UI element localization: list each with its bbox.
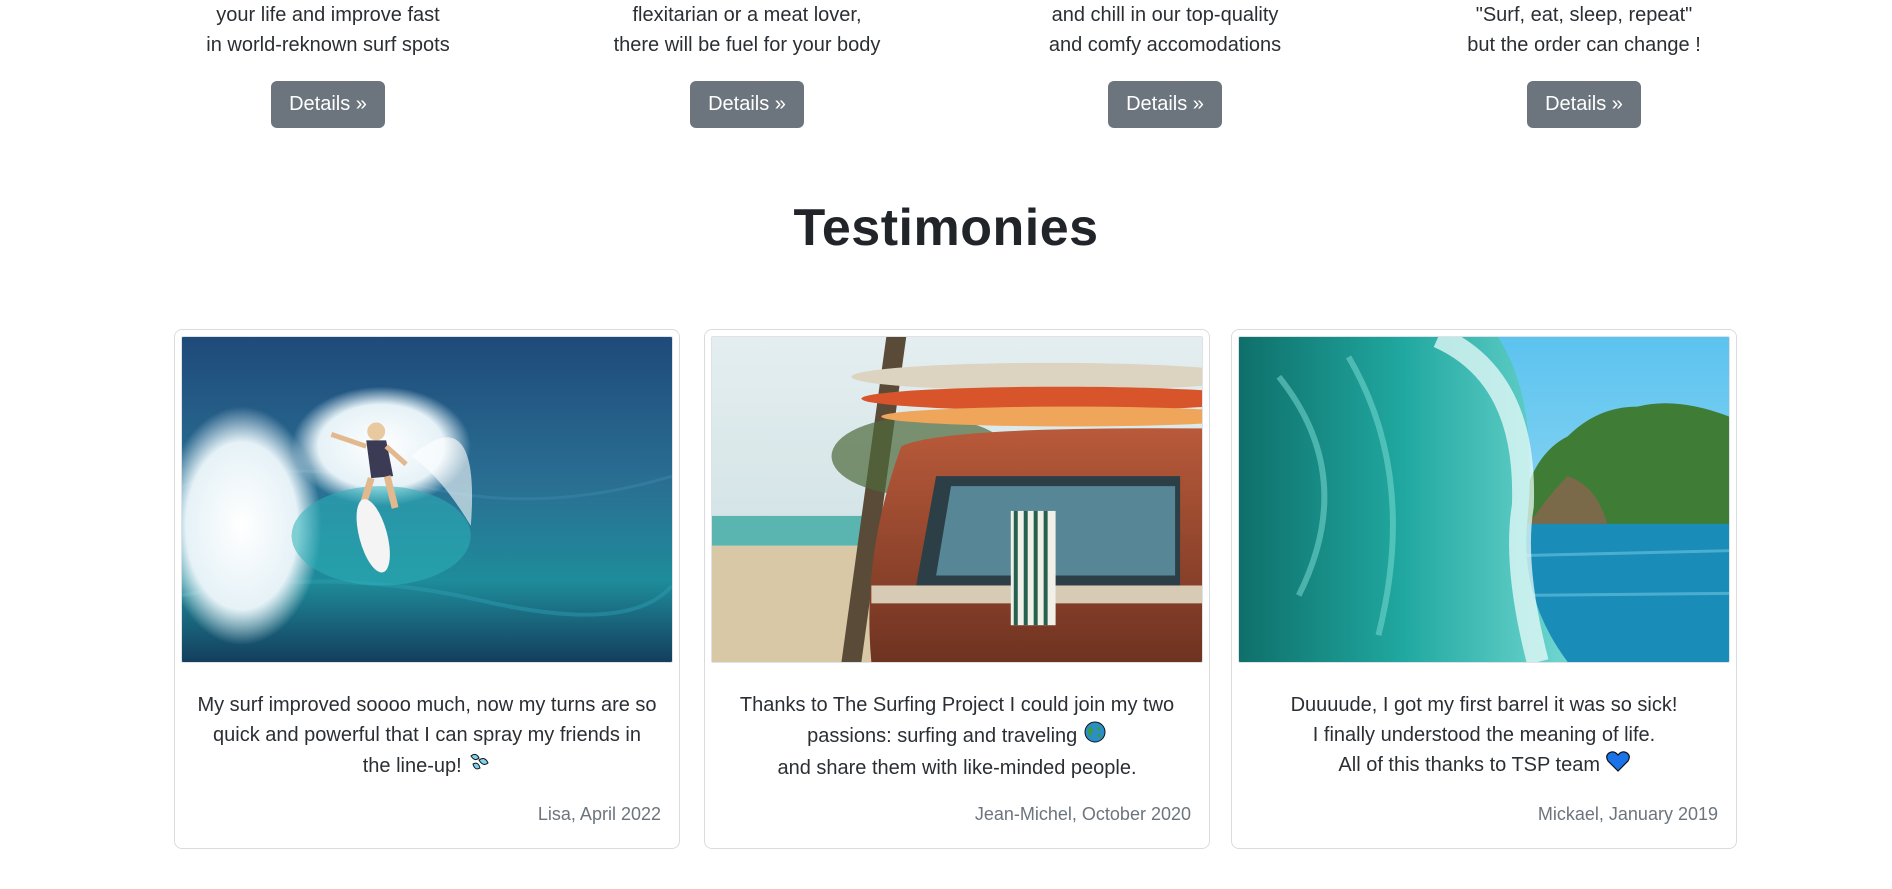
- testimony-line: I finally understood the meaning of life…: [1312, 724, 1656, 746]
- testimony-line: and share them with like-minded people.: [777, 757, 1137, 779]
- section-title: Testimonies: [793, 199, 1099, 257]
- testimony-line: the line-up!: [362, 754, 462, 777]
- feature-text-line2: in world-reknown surf spots: [206, 34, 450, 56]
- testimony-text: Duuuude, I got my first barrel it was so…: [1246, 690, 1722, 781]
- details-button[interactable]: Details »: [1527, 81, 1641, 128]
- testimony-text: Thanks to The Surfing Project I could jo…: [719, 690, 1195, 783]
- features-row: your life and improve fast in world-rekn…: [0, 0, 1892, 140]
- feature-food: flexitarian or a meat lover, there will …: [577, 0, 917, 128]
- testimony-card: My surf improved soooo much, now my turn…: [174, 329, 680, 849]
- testimony-line: passions: surfing and traveling: [807, 724, 1078, 747]
- van-photo: [711, 336, 1203, 663]
- details-button[interactable]: Details »: [271, 81, 385, 128]
- details-button[interactable]: Details »: [1108, 81, 1222, 128]
- testimony-line: My surf improved soooo much, now my turn…: [197, 694, 657, 716]
- testimony-card: Thanks to The Surfing Project I could jo…: [704, 329, 1210, 849]
- globe-icon: [1083, 720, 1107, 753]
- feature-lifestyle: "Surf, eat, sleep, repeat" but the order…: [1414, 0, 1754, 128]
- droplets-icon: [467, 750, 491, 783]
- feature-surf: your life and improve fast in world-rekn…: [158, 0, 498, 128]
- feature-text-line1: and chill in our top-quality: [1051, 4, 1279, 26]
- testimony-author: Jean-Michel, October 2020: [974, 804, 1191, 824]
- details-button[interactable]: Details »: [690, 81, 804, 128]
- testimony-author: Lisa, April 2022: [537, 804, 661, 824]
- testimony-text: My surf improved soooo much, now my turn…: [189, 690, 665, 783]
- feature-text-line1: your life and improve fast: [216, 4, 440, 26]
- wave-photo: [1238, 336, 1730, 663]
- testimony-line: Thanks to The Surfing Project I could jo…: [739, 694, 1175, 716]
- feature-text-line2: and comfy accomodations: [1048, 34, 1282, 56]
- testimony-line: quick and powerful that I can spray my f…: [213, 724, 641, 746]
- feature-text-line1: flexitarian or a meat lover,: [632, 4, 862, 26]
- testimony-author: Mickael, January 2019: [1537, 804, 1718, 824]
- testimony-line: Duuuude, I got my first barrel it was so…: [1290, 694, 1678, 716]
- feature-text-line1: "Surf, eat, sleep, repeat": [1475, 4, 1693, 26]
- feature-accommodation: and chill in our top-quality and comfy a…: [995, 0, 1335, 128]
- testimony-line: All of this thanks to TSP team: [1338, 754, 1601, 776]
- surfer-photo: [181, 336, 673, 663]
- testimony-card: Duuuude, I got my first barrel it was so…: [1231, 329, 1737, 849]
- blue-heart-icon: [1605, 750, 1630, 781]
- feature-text-line2: there will be fuel for your body: [613, 34, 881, 56]
- feature-text-line2: but the order can change !: [1467, 34, 1701, 56]
